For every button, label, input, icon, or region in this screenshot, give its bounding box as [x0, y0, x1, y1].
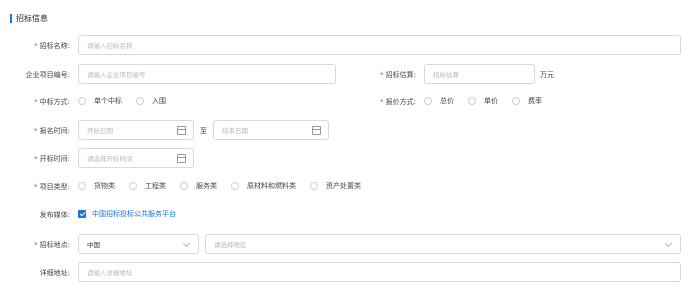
quote-method-label: * 报价方式: — [380, 98, 416, 106]
project-type-option-services[interactable]: 服务类 — [180, 181, 217, 191]
calendar-icon[interactable] — [177, 154, 186, 163]
signup-end-date-input[interactable]: 结束日期 — [213, 120, 329, 140]
project-type-label: * 项目类型: — [34, 183, 70, 191]
enterprise-no-label: 企业项目编号: — [25, 71, 70, 79]
region-select[interactable]: 请选择地区 — [205, 234, 681, 254]
win-method-option-shortlist[interactable]: 入围 — [136, 96, 166, 106]
bid-estimate-label: * 招标估算: — [380, 71, 416, 79]
radio-circle[interactable] — [180, 182, 188, 190]
publish-media-checkbox[interactable]: 中国招标投标公共服务平台 — [78, 204, 176, 224]
quote-method-option-total[interactable]: 总价 — [424, 96, 454, 106]
quote-method-option-unit[interactable]: 单价 — [468, 96, 498, 106]
project-type-option-engineering[interactable]: 工程类 — [129, 181, 166, 191]
radio-circle[interactable] — [78, 182, 86, 190]
radio-circle[interactable] — [468, 97, 476, 105]
radio-circle[interactable] — [424, 97, 432, 105]
signup-start-date-input[interactable]: 开始日期 — [78, 120, 194, 140]
project-type-option-goods[interactable]: 货物类 — [78, 181, 115, 191]
publish-media-label: 发布媒体: — [39, 211, 70, 219]
section-title: 招标信息 — [16, 13, 48, 23]
project-type-option-materials[interactable]: 原材料和燃料类 — [231, 181, 296, 191]
calendar-icon[interactable] — [312, 126, 321, 135]
radio-circle[interactable] — [78, 97, 86, 105]
radio-circle[interactable] — [136, 97, 144, 105]
signup-time-label: * 报名时间: — [34, 127, 70, 135]
win-method-radio-group: 单个中标 入围 — [78, 91, 180, 111]
bid-estimate-input[interactable]: 招标估算 — [424, 64, 535, 84]
chevron-down-icon[interactable] — [182, 239, 191, 248]
section-header: 招标信息 — [10, 12, 48, 24]
chevron-down-icon[interactable] — [664, 239, 673, 248]
bid-name-label: * 招标名称: — [34, 42, 70, 50]
win-method-label: * 中标方式: — [34, 98, 70, 106]
calendar-icon[interactable] — [177, 126, 186, 135]
bid-estimate-unit: 万元 — [540, 71, 554, 79]
section-accent-bar — [10, 13, 12, 23]
bid-name-input[interactable]: 请输入招标名称 — [78, 35, 681, 55]
checkbox-checked-icon[interactable] — [78, 210, 86, 218]
project-type-option-assets[interactable]: 资产处置类 — [310, 181, 361, 191]
radio-circle[interactable] — [512, 97, 520, 105]
address-input[interactable]: 请输入详细地址 — [78, 262, 681, 282]
open-time-input[interactable]: 请选择开标时间 — [78, 148, 194, 168]
radio-circle[interactable] — [231, 182, 239, 190]
country-select[interactable]: 中国 — [78, 234, 199, 254]
project-type-radio-group: 货物类 工程类 服务类 原材料和燃料类 资产处置类 — [78, 176, 375, 196]
open-time-label: * 开标时间: — [34, 155, 70, 163]
radio-circle[interactable] — [310, 182, 318, 190]
enterprise-no-input[interactable]: 请输入企业项目编号 — [78, 64, 336, 84]
bid-location-label: * 招标地点: — [34, 241, 70, 249]
win-method-option-single[interactable]: 单个中标 — [78, 96, 122, 106]
address-label: 详细地址: — [39, 269, 70, 277]
quote-method-option-rate[interactable]: 费率 — [512, 96, 542, 106]
quote-method-radio-group: 总价 单价 费率 — [424, 91, 556, 111]
radio-circle[interactable] — [129, 182, 137, 190]
date-range-separator: 至 — [200, 127, 207, 135]
